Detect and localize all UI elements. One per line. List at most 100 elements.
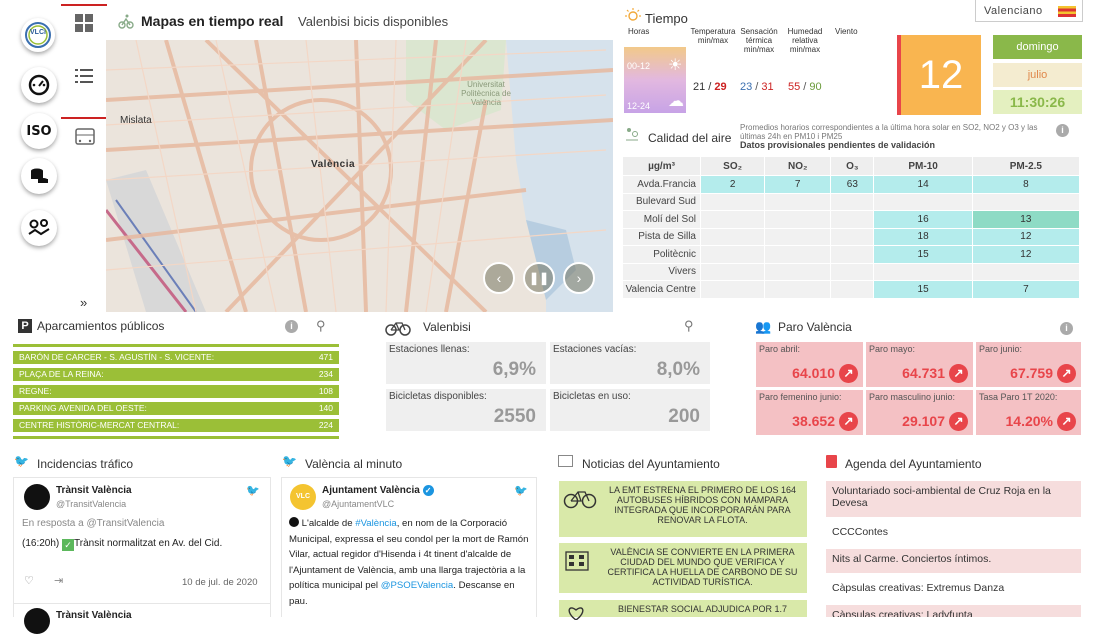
- cell: [971, 262, 1081, 281]
- coins-button[interactable]: [21, 158, 57, 194]
- agenda-item[interactable]: Nits al Carme. Conciertos íntimos.: [826, 549, 1081, 573]
- paro-value: 67.759: [1010, 365, 1053, 381]
- agenda-item[interactable]: CCCContes: [826, 522, 1081, 544]
- verified-icon: ✓: [422, 485, 434, 496]
- map-pause-button[interactable]: ❚❚: [523, 262, 555, 294]
- news-text: BIENESTAR SOCIAL ADJUDICA POR 1.7: [617, 604, 788, 614]
- list-item[interactable]: CENTRE HISTÒRIC-MERCAT CENTRAL: 224: [13, 419, 339, 432]
- parking-name: PLAÇA DE LA REINA:: [19, 369, 104, 379]
- heart-icon: [565, 606, 587, 622]
- bus-icon[interactable]: [75, 128, 95, 148]
- cell: 12: [971, 227, 1081, 246]
- valenbisi-title: Valenbisi: [423, 320, 471, 334]
- hum-min: 55: [788, 81, 801, 93]
- cell: [873, 262, 973, 281]
- paro-card[interactable]: Paro mayo: 64.731 ↗: [866, 342, 973, 387]
- traffic-tweet[interactable]: Trànsit València @TransitValencia 🐦 En r…: [13, 477, 271, 634]
- list-item[interactable]: PLAÇA DE LA REINA: 234: [13, 368, 339, 381]
- air-icon: [624, 126, 640, 145]
- parking-bottom-bar: [13, 436, 339, 439]
- parking-map-icon[interactable]: ⚲: [316, 318, 326, 334]
- gauge-button[interactable]: [21, 67, 57, 103]
- weather-hdr-sens: Sensación térmica min/max: [740, 27, 778, 54]
- stat-value: 2550: [493, 406, 536, 427]
- news-item[interactable]: BIENESTAR SOCIAL ADJUDICA POR 1.7: [559, 600, 807, 621]
- grid-icon[interactable]: [75, 14, 95, 34]
- noticias-title: Noticias del Ayuntamiento: [582, 457, 720, 471]
- hashtag-link[interactable]: #València: [355, 518, 396, 529]
- col-no2: NO₂: [764, 156, 832, 176]
- sun-icon: [625, 8, 641, 27]
- paro-info-icon[interactable]: i: [1060, 322, 1073, 335]
- tweet-handle: @AjuntamentVLC: [322, 499, 395, 509]
- avatar: [24, 608, 50, 634]
- paro-card[interactable]: Paro masculino junio: 29.107 ↗: [866, 390, 973, 435]
- stat-label: Bicicletas disponibles:: [389, 391, 487, 402]
- parking-name: BARÓN DE CARCER - S. AGUSTÍN - S. VICENT…: [19, 352, 215, 362]
- share-icon[interactable]: ⇥: [54, 574, 63, 587]
- iso-button[interactable]: ISO: [21, 113, 57, 149]
- stat-value: 6,9%: [492, 359, 536, 380]
- stat-value: 8,0%: [656, 359, 700, 380]
- map-subtitle: Valenbisi bicis disponibles: [298, 14, 449, 29]
- map-view[interactable]: Mislata València Universitat Politècnica…: [106, 40, 613, 312]
- vlci-logo[interactable]: VLCi: [21, 18, 55, 52]
- parking-value: 108: [318, 386, 333, 396]
- cell: [830, 227, 875, 246]
- cell: 8: [971, 175, 1081, 194]
- tweet-reply: En resposta a @TransitValencia: [22, 518, 165, 529]
- agenda-item[interactable]: Càpsulas creativas: Ladyfunta: [826, 605, 1081, 617]
- cell: 15: [873, 280, 973, 299]
- language-selector[interactable]: Valenciano: [975, 0, 1083, 22]
- agenda-item[interactable]: Voluntariado soci-ambiental de Cruz Roja…: [826, 481, 1081, 517]
- tweet-author: Trànsit València: [56, 610, 132, 621]
- paro-card[interactable]: Paro abril: 64.010 ↗: [756, 342, 863, 387]
- map-next-button[interactable]: ›: [563, 262, 595, 294]
- parking-info-icon[interactable]: i: [285, 320, 298, 333]
- cell: [830, 280, 875, 299]
- stat-bikes-available: Bicicletas disponibles: 2550: [386, 389, 546, 431]
- paro-card[interactable]: Paro junio: 67.759 ↗: [976, 342, 1081, 387]
- paro-card[interactable]: Tasa Paro 1T 2020: 14.20% ↗: [976, 390, 1081, 435]
- stat-label: Estaciones llenas:: [389, 344, 470, 355]
- language-label: Valenciano: [984, 4, 1043, 17]
- label-valencia: València: [311, 159, 356, 170]
- weekday: domingo: [993, 35, 1082, 59]
- news-item[interactable]: VALÈNCIA SE CONVIERTE EN LA PRIMERA CIUD…: [559, 543, 807, 593]
- station-name: Politècnic: [622, 245, 701, 264]
- temp-values: 21 / 29: [693, 81, 727, 93]
- air-info-icon[interactable]: i: [1056, 124, 1069, 137]
- logo-text: VLCi: [30, 29, 46, 36]
- like-icon[interactable]: ♡: [24, 574, 34, 587]
- parking-value: 224: [318, 420, 333, 430]
- cell: [699, 210, 766, 229]
- list-item[interactable]: BARÓN DE CARCER - S. AGUSTÍN - S. VICENT…: [13, 351, 339, 364]
- map-route-button[interactable]: [21, 210, 57, 246]
- parking-value: 140: [318, 403, 333, 413]
- stat-label: Bicicletas en uso:: [553, 391, 631, 402]
- paro-value: 64.010: [792, 365, 835, 381]
- cell: 14: [873, 175, 973, 194]
- paro-card[interactable]: Paro femenino junio: 38.652 ↗: [756, 390, 863, 435]
- table-row: Molí del Sol 16 13: [622, 210, 1081, 229]
- agenda-item[interactable]: Càpsulas creativas: Extremus Danza: [826, 578, 1081, 600]
- valenbisi-map-icon[interactable]: ⚲: [684, 318, 694, 334]
- air-title: Calidad del aire: [648, 131, 732, 145]
- collapse-toggle[interactable]: »: [80, 295, 87, 310]
- paro-label: Paro masculino junio:: [869, 392, 956, 402]
- mention-link[interactable]: @PSOEValencia: [381, 580, 454, 591]
- hum-max: 90: [809, 81, 822, 93]
- map-prev-button[interactable]: ‹: [483, 262, 515, 294]
- arrow-up-right-icon: ↗: [839, 412, 858, 431]
- news-item[interactable]: LA EMT ESTRENA EL PRIMERO DE LOS 164 AUT…: [559, 481, 807, 537]
- active-indicator: [61, 4, 107, 6]
- tweet-text: (16:20h) ✓ Trànsit normalitzat en Av. del…: [22, 536, 222, 551]
- weather-hdr-horas: Horas: [628, 27, 650, 36]
- minuto-tweet[interactable]: VLC Ajuntament València ✓ @AjuntamentVLC…: [281, 477, 537, 617]
- arrow-up-right-icon: ↗: [949, 412, 968, 431]
- list-item[interactable]: REGNE: 108: [13, 385, 339, 398]
- twitter-bird-icon: 🐦: [246, 485, 260, 497]
- iso-label: ISO: [26, 123, 52, 139]
- list-item[interactable]: PARKING AVENIDA DEL OESTE: 140: [13, 402, 339, 415]
- list-icon[interactable]: [75, 68, 95, 88]
